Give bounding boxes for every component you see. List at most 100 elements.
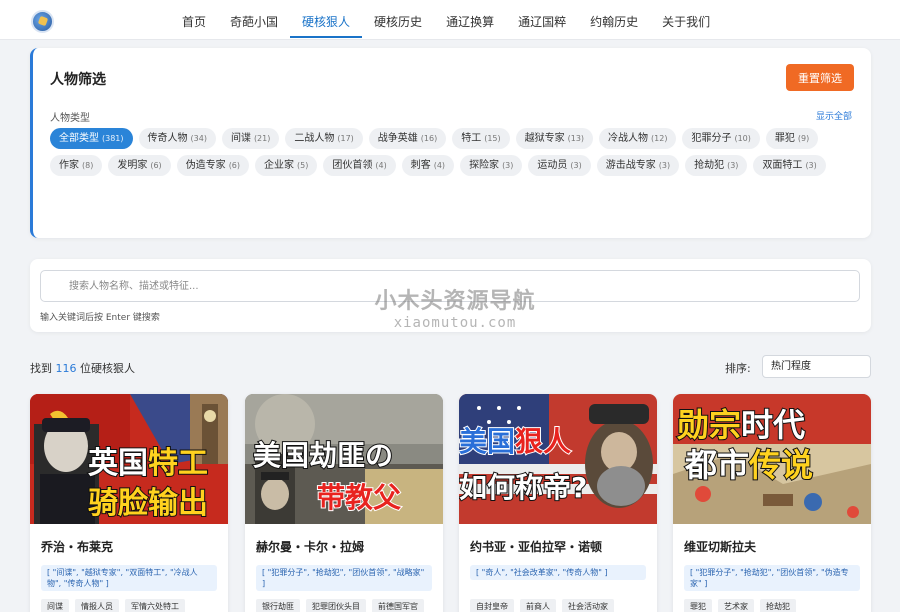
chip-count: (3) — [502, 161, 514, 170]
attribute-tag: 犯罪团伙头目 — [306, 599, 366, 612]
person-name[interactable]: 维亚切斯拉夫 — [684, 538, 756, 555]
type-chip[interactable]: 探险家 (3) — [460, 155, 523, 176]
chip-count: (3) — [658, 161, 671, 170]
chip-label: 伪造专家 — [185, 160, 226, 171]
thumbnail-title-line1: 美国狠人 — [459, 420, 572, 460]
thumb-text-blue: 美国 — [459, 424, 516, 459]
person-attributes: 间谍 情报人员 军情六处特工 — [41, 599, 191, 612]
type-chip[interactable]: 团伙首领 (4) — [323, 155, 396, 176]
type-chip[interactable]: 越狱专家 (13) — [515, 128, 594, 149]
type-chip[interactable]: 游击战专家 (3) — [596, 155, 680, 176]
sort-label: 排序: — [725, 362, 751, 375]
show-all-link[interactable]: 显示全部 — [816, 109, 852, 122]
sort-select[interactable]: 热门程度 — [762, 355, 871, 378]
type-chip[interactable]: 抢劫犯 (3) — [685, 155, 748, 176]
type-chip[interactable]: 战争英雄 (16) — [368, 128, 447, 149]
person-card[interactable]: 勋宗时代 都市传说 维亚切斯拉夫 [ "犯罪分子", "抢劫犯", "团伙首领"… — [673, 394, 871, 612]
thumbnail-title-line2: 如何称帝? — [459, 470, 588, 505]
attribute-tag: 自封皇帝 — [470, 599, 514, 612]
chip-label: 作家 — [59, 160, 79, 171]
nav-links: 首页 奇葩小国 硬核狠人 硬核历史 通辽换算 通辽国粹 约翰历史 关于我们 — [170, 0, 722, 40]
chip-label: 犯罪分子 — [691, 133, 732, 144]
thumb-text-red: 狠人 — [514, 424, 572, 459]
chip-count: (3) — [805, 161, 817, 170]
attribute-tag: 抢劫犯 — [760, 599, 796, 612]
chip-label: 传奇人物 — [147, 133, 188, 144]
type-chip[interactable]: 双面特工 (3) — [753, 155, 826, 176]
person-name[interactable]: 赫尔曼・卡尔・拉姆 — [256, 538, 364, 555]
person-card[interactable]: 英国特工 骑脸输出 乔治・布莱克 [ "间谍", "越狱专家", "双面特工",… — [30, 394, 228, 612]
type-chip[interactable]: 伪造专家 (6) — [176, 155, 250, 176]
thumbnail-title-line2: 骑脸输出 — [87, 485, 209, 522]
filter-panel: 人物筛选 重置筛选 人物类型 显示全部 全部类型 (381) 传奇人物 (34) 间谍(… — [30, 48, 871, 238]
person-tags: [ "犯罪分子", "抢劫犯", "团伙首领", "战略家" ] — [256, 565, 432, 591]
type-chip[interactable]: 企业家 (5) — [255, 155, 318, 176]
nav-home[interactable]: 首页 — [170, 0, 218, 38]
chip-label: 间谍 — [230, 133, 251, 144]
type-chip[interactable]: 二战人物 (17) — [285, 128, 363, 149]
person-card[interactable]: 美国劫匪の 带教父 赫尔曼・卡尔・拉姆 [ "犯罪分子", "抢劫犯", "团伙… — [245, 394, 443, 612]
thumb-text-white: 都市 — [684, 445, 750, 485]
chip-count: (6) — [150, 161, 162, 170]
search-hint: 输入关键词后按 Enter 键搜索 — [40, 313, 160, 323]
nav-hardcore-people[interactable]: 硬核狠人 — [290, 0, 363, 38]
chip-label: 刺客 — [410, 160, 431, 171]
chip-label: 全部类型 — [59, 133, 99, 144]
results-prefix: 找到 — [30, 362, 56, 375]
type-chip[interactable]: 罪犯 (9) — [765, 128, 819, 149]
chip-label: 战争英雄 — [377, 133, 418, 144]
thumb-text-white: 时代 — [740, 405, 806, 445]
type-chip[interactable]: 犯罪分子 (10) — [682, 128, 760, 149]
person-card[interactable]: 美国狠人 如何称帝? 约书亚・亚伯拉罕・诺顿 [ "奇人", "社会改革家", … — [459, 394, 657, 612]
person-tags: [ "奇人", "社会改革家", "传奇人物" ] — [470, 565, 646, 580]
nav-weird-countries[interactable]: 奇葩小国 — [218, 0, 290, 38]
chip-label: 探险家 — [469, 160, 500, 171]
type-chip[interactable]: 刺客 (4) — [401, 155, 455, 176]
chip-label: 特工 — [461, 133, 482, 144]
search-input[interactable] — [40, 270, 860, 302]
type-chip[interactable]: 特工 (15) — [452, 128, 510, 149]
nav-about[interactable]: 关于我们 — [650, 0, 722, 38]
nav-hardcore-history[interactable]: 硬核历史 — [362, 0, 434, 38]
nav-john-history[interactable]: 约翰历史 — [578, 0, 650, 38]
chip-label: 冷战人物 — [608, 133, 649, 144]
chip-count: (16) — [420, 134, 438, 143]
chip-label: 团伙首领 — [332, 160, 373, 171]
card-thumbnail: 勋宗时代 都市传说 — [673, 394, 871, 524]
nav-tongliao-convert[interactable]: 通辽换算 — [434, 0, 506, 38]
attribute-tag: 间谍 — [41, 599, 69, 612]
card-thumbnail: 美国劫匪の 带教父 — [245, 394, 443, 524]
chip-label: 越狱专家 — [524, 133, 565, 144]
person-attributes: 罪犯 艺术家 抢劫犯 — [684, 599, 802, 612]
person-name[interactable]: 乔治・布莱克 — [41, 538, 113, 555]
type-chip[interactable]: 冷战人物 (12) — [599, 128, 677, 149]
type-chip[interactable]: 传奇人物 (34) — [138, 128, 216, 149]
attribute-tag: 罪犯 — [684, 599, 712, 612]
chip-count: (381) — [102, 134, 124, 143]
attribute-tag: 艺术家 — [718, 599, 754, 612]
chip-count: (3) — [570, 161, 582, 170]
type-chip[interactable]: 全部类型 (381) — [50, 128, 133, 149]
thumbnail-title-line2: 带教父 — [316, 480, 402, 515]
type-chip[interactable]: 作家 (8) — [50, 155, 103, 176]
reset-filter-button[interactable]: 重置筛选 — [786, 64, 854, 91]
chip-count: (3) — [727, 161, 739, 170]
attribute-tag: 前商人 — [520, 599, 556, 612]
site-logo-icon[interactable] — [31, 10, 54, 33]
type-chip[interactable]: 运动员 (3) — [528, 155, 591, 176]
thumb-text-yellow: 传说 — [748, 445, 814, 485]
attribute-tag: 社会活动家 — [562, 599, 614, 612]
search-panel: 输入关键词后按 Enter 键搜索 — [30, 259, 871, 332]
type-chip[interactable]: 发明家 (6) — [108, 155, 171, 176]
chip-label: 发明家 — [117, 160, 148, 171]
person-tags: [ "间谍", "越狱专家", "双面特工", "冷战人物", "传奇人物" ] — [41, 565, 217, 591]
nav-tongliao-culture[interactable]: 通辽国粹 — [506, 0, 578, 38]
type-chip[interactable]: 间谍 (21) — [221, 128, 280, 149]
chip-count: (8) — [82, 161, 94, 170]
chip-label: 二战人物 — [294, 133, 335, 144]
results-suffix: 位硬核狠人 — [76, 362, 135, 375]
attribute-tag: 情报人员 — [75, 599, 119, 612]
thumbnail-title-line2: 都市传说 — [684, 440, 814, 486]
chip-count: (34) — [190, 134, 207, 143]
person-name[interactable]: 约书亚・亚伯拉罕・诺顿 — [470, 538, 602, 555]
